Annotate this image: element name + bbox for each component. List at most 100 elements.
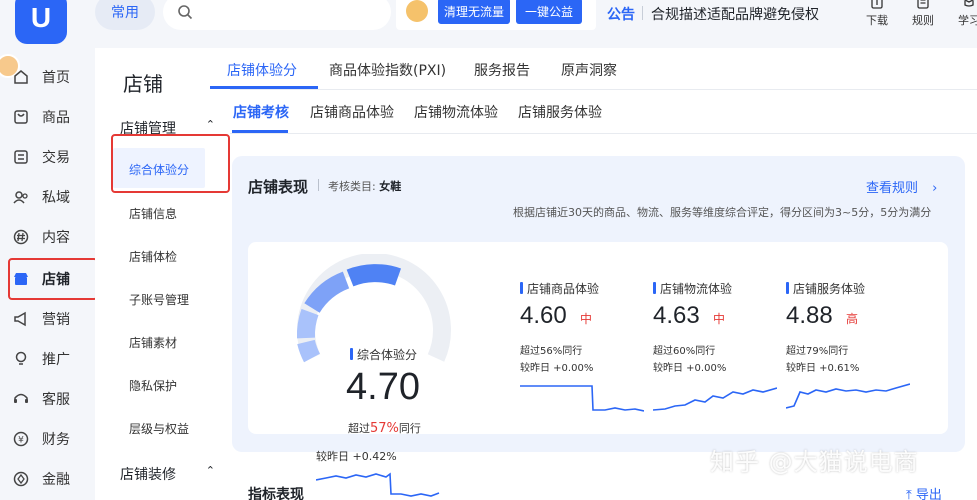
sidebar-item-marketing[interactable]: 营销: [12, 306, 92, 332]
loan-icon: [13, 471, 29, 487]
tab-voice-insight[interactable]: 原声洞察: [561, 60, 617, 80]
private-icon: [13, 191, 28, 204]
notice-label[interactable]: 公告: [607, 4, 635, 24]
export-label: 导出: [915, 488, 942, 500]
overall-score-value: 4.70: [346, 366, 420, 408]
chevron-up-icon: ⌃: [205, 118, 215, 131]
tab-active-indicator: [232, 130, 288, 133]
subnav-highlight-frame: [111, 134, 230, 193]
sidebar-item-label: 首页: [42, 70, 70, 86]
subnav-item-store-info[interactable]: 店铺信息: [129, 205, 177, 222]
sidebar-item-home[interactable]: 首页: [12, 64, 92, 90]
metric-change: 较昨日 +0.61%: [786, 363, 860, 374]
sidebar-item-label: 客服: [42, 392, 70, 408]
sidebar-highlight-frame: [8, 258, 98, 300]
rules-button[interactable]: 规则: [906, 0, 940, 34]
overall-score-exceed: 超过57%同行: [348, 420, 421, 436]
metric-title: 店铺商品体验: [520, 280, 599, 297]
metric-change: 较昨日 +0.00%: [653, 363, 727, 374]
category-value: 女鞋: [379, 180, 402, 193]
logistics-sparkline: [653, 387, 777, 411]
metric-title-text: 店铺服务体验: [793, 282, 866, 296]
score-panel: 综合体验分 4.70 超过57%同行 较昨日 +0.42% 店铺商品体验 4.6…: [248, 242, 948, 497]
sidebar-item-finance[interactable]: ¥ 财务: [12, 426, 92, 452]
chevron-right-icon: ›: [932, 181, 938, 196]
sidebar-item-label: 私域: [42, 190, 70, 206]
sidebar-item-goods[interactable]: 商品: [12, 104, 92, 130]
promo-avatar: [406, 0, 428, 22]
learn-label: 学习: [958, 14, 977, 27]
metric-exceed: 超过60%同行: [653, 346, 716, 357]
service-sparkline: [786, 383, 910, 409]
subnav-item-privacy[interactable]: 隐私保护: [129, 377, 177, 394]
sidebar-item-label: 财务: [42, 432, 70, 448]
notice-text[interactable]: 合规描述适配品牌避免侵权: [651, 4, 819, 24]
content-icon: [13, 229, 29, 245]
subnav-item-subaccounts[interactable]: 子账号管理: [129, 291, 189, 308]
metric-score: 4.63: [653, 302, 700, 329]
promo-banner: 清理无流量 一键公益: [396, 0, 596, 30]
sidebar-item-private[interactable]: 私域: [12, 184, 92, 210]
score-description: 根据店铺近30天的商品、物流、服务等维度综合评定，得分区间为3~5分，5分为满分: [513, 206, 932, 219]
one-click-charity-button[interactable]: 一键公益: [516, 0, 582, 24]
sidebar-item-trade[interactable]: 交易: [12, 144, 92, 170]
metric-service-experience: 店铺服务体验 4.88 高 超过79%同行 较昨日 +0.61%: [786, 280, 916, 430]
category-label: 考核类目:: [328, 180, 376, 193]
chevron-up-icon: ⌃: [205, 464, 215, 477]
tab-service-experience[interactable]: 店铺服务体验: [518, 102, 602, 122]
sidebar-item-content[interactable]: 内容: [12, 224, 92, 250]
export-button[interactable]: ⤒ 导出: [906, 484, 942, 500]
goods-icon: [14, 110, 28, 124]
card-title: 店铺表现: [248, 178, 309, 196]
tab-logistics-experience[interactable]: 店铺物流体验: [414, 102, 498, 122]
notice-divider: [642, 6, 643, 20]
metric-title-text: 店铺商品体验: [527, 282, 600, 296]
view-rules-link[interactable]: 查看规则 ›: [866, 177, 937, 196]
subnav-item-store-check[interactable]: 店铺体检: [129, 248, 177, 265]
subnav-group-label: 店铺装修: [120, 467, 176, 483]
clear-no-traffic-button[interactable]: 清理无流量: [438, 0, 510, 24]
sidebar-item-service[interactable]: 客服: [12, 386, 92, 412]
search-input[interactable]: [163, 0, 391, 30]
secondary-tabs: 店铺考核 店铺商品体验 店铺物流体验 店铺服务体验: [230, 90, 977, 134]
rules-icon: [917, 0, 929, 9]
sidebar-item-label: 营销: [42, 312, 70, 328]
category-info: 考核类目: 女鞋: [328, 178, 401, 194]
metric-exceed: 超过56%同行: [520, 346, 583, 357]
overall-score-title: 综合体验分: [357, 348, 418, 362]
svg-text:¥: ¥: [18, 436, 24, 446]
service-icon: [14, 393, 28, 403]
trade-icon: [14, 150, 28, 164]
common-button[interactable]: 常用: [95, 0, 155, 30]
sidebar-item-promote[interactable]: 推广: [12, 346, 92, 372]
metric-score: 4.88: [786, 302, 833, 329]
exceed-prefix: 超过: [348, 422, 370, 435]
view-rules-label: 查看规则: [866, 181, 919, 196]
search-icon: [178, 5, 193, 20]
sidebar-item-label: 金融: [42, 472, 70, 488]
download-button[interactable]: 下载: [860, 0, 894, 34]
overall-score-change: 较昨日 +0.42%: [316, 450, 397, 463]
label-marker: [520, 282, 523, 294]
tab-service-report[interactable]: 服务报告: [474, 60, 530, 80]
learn-button[interactable]: 学习: [952, 0, 977, 34]
metric-logistics-experience: 店铺物流体验 4.63 中 超过60%同行 较昨日 +0.00%: [653, 280, 783, 430]
tab-pxi[interactable]: 商品体验指数(PXI): [329, 60, 446, 80]
learn-icon: [963, 0, 975, 7]
tab-store-assessment[interactable]: 店铺考核: [233, 102, 289, 122]
indicator-section-title: 指标表现: [248, 487, 304, 500]
subnav-group-store-decoration[interactable]: 店铺装修 ⌃: [120, 464, 215, 484]
subnav-item-store-assets[interactable]: 店铺素材: [129, 334, 177, 351]
tab-active-indicator: [210, 86, 318, 89]
tab-goods-experience[interactable]: 店铺商品体验: [310, 102, 394, 122]
app-logo[interactable]: U: [15, 0, 67, 44]
tab-store-score[interactable]: 店铺体验分: [227, 60, 297, 80]
logo-text: U: [30, 2, 52, 33]
metric-title: 店铺服务体验: [786, 280, 865, 297]
sidebar-item-loan[interactable]: 金融: [12, 466, 92, 492]
subnav-item-levels[interactable]: 层级与权益: [129, 420, 189, 437]
rules-label: 规则: [912, 14, 934, 27]
overall-sparkline: [316, 472, 440, 497]
metric-title: 店铺物流体验: [653, 280, 732, 297]
main-content: 店铺体验分 商品体验指数(PXI) 服务报告 原声洞察 店铺考核 店铺商品体验 …: [210, 48, 977, 500]
